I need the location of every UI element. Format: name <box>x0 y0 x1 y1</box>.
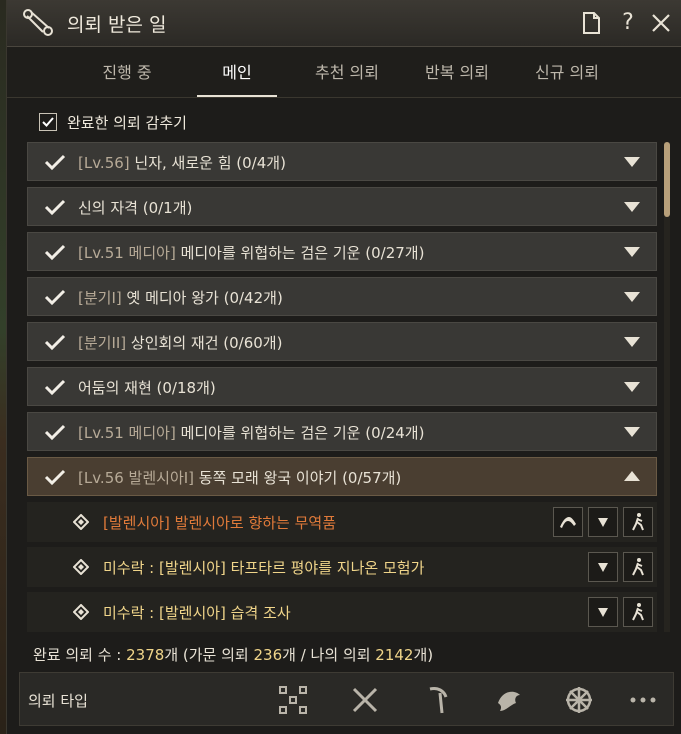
chevron-down-icon[interactable] <box>624 157 640 167</box>
quest-title: [Lv.51 메디아] 메디아를 위협하는 검은 기운 (0/24개) <box>78 424 425 442</box>
check-icon <box>44 334 66 351</box>
check-icon <box>44 424 66 441</box>
window-title: 의뢰 받은 일 <box>67 14 167 36</box>
hide-completed-checkbox[interactable] <box>39 113 57 131</box>
quest-title: [Lv.56] 닌자, 새로운 힘 (0/4개) <box>78 154 286 172</box>
chevron-down-icon[interactable] <box>588 597 618 627</box>
tab-in-progress[interactable]: 진행 중 <box>87 47 167 97</box>
fish-icon[interactable] <box>492 683 526 717</box>
subquest-item[interactable]: 미수락 : [발렌시아] 타프타르 평야를 지나온 모험가 <box>27 547 657 587</box>
chevron-down-icon[interactable] <box>624 382 640 392</box>
hide-completed-label: 완료한 의뢰 감추기 <box>67 113 187 132</box>
quest-type-label: 의뢰 타입 <box>28 692 88 710</box>
quest-item[interactable]: 어둠의 재현 (0/18개) <box>27 367 657 406</box>
quest-title: [Lv.51 메디아] 메디아를 위협하는 검은 기운 (0/27개) <box>78 244 425 262</box>
tab-new[interactable]: 신규 의뢰 <box>517 47 617 97</box>
walk-icon[interactable] <box>623 552 653 582</box>
chevron-down-icon[interactable] <box>624 247 640 257</box>
quest-item[interactable]: [Lv.51 메디아] 메디아를 위협하는 검은 기운 (0/24개) <box>27 412 657 451</box>
quest-item[interactable]: [분기II] 상인회의 재건 (0/60개) <box>27 322 657 361</box>
chevron-down-icon[interactable] <box>624 202 640 212</box>
scroll-icon <box>23 9 53 36</box>
chevron-down-icon[interactable] <box>588 507 618 537</box>
chevron-up-icon[interactable] <box>624 471 640 481</box>
quest-item-expanded[interactable]: [Lv.56 발렌시아I] 동쪽 모래 왕국 이야기 (0/57개) <box>27 457 657 496</box>
quest-list[interactable]: [Lv.56] 닌자, 새로운 힘 (0/4개) 신의 자격 (0/1개) [L… <box>27 142 657 632</box>
active-tab-indicator <box>197 95 277 97</box>
tab-bar: 진행 중 메인 추천 의뢰 반복 의뢰 신규 의뢰 <box>7 47 681 98</box>
check-icon <box>44 154 66 171</box>
tab-repeat[interactable]: 반복 의뢰 <box>407 47 507 97</box>
quest-item[interactable]: [Lv.51 메디아] 메디아를 위협하는 검은 기운 (0/27개) <box>27 232 657 271</box>
tab-main[interactable]: 메인 <box>197 47 277 97</box>
quest-item[interactable]: [Lv.56] 닌자, 새로운 힘 (0/4개) <box>27 142 657 181</box>
crossed-swords-icon[interactable] <box>348 683 382 717</box>
check-icon <box>44 244 66 261</box>
help-icon[interactable]: ? <box>615 10 641 36</box>
chevron-down-icon[interactable] <box>624 337 640 347</box>
horse-icon[interactable] <box>553 507 583 537</box>
quest-title: [분기II] 상인회의 재건 (0/60개) <box>78 334 283 352</box>
check-icon <box>44 199 66 216</box>
quest-item[interactable]: [분기I] 옛 메디아 왕가 (0/42개) <box>27 277 657 316</box>
walk-icon[interactable] <box>623 507 653 537</box>
subquest-title: 미수락 : [발렌시아] 습격 조사 <box>103 604 291 622</box>
chevron-down-icon[interactable] <box>624 427 640 437</box>
subquest-item[interactable]: 미수락 : [발렌시아] 습격 조사 <box>27 592 657 632</box>
chevron-down-icon[interactable] <box>588 552 618 582</box>
quest-title: 어둠의 재현 (0/18개) <box>78 379 216 397</box>
diamond-icon <box>73 604 89 620</box>
check-icon <box>42 117 54 127</box>
grid-icon[interactable] <box>276 683 310 717</box>
scrollbar-thumb[interactable] <box>664 142 670 217</box>
quest-item[interactable]: 신의 자격 (0/1개) <box>27 187 657 226</box>
quest-title: [분기I] 옛 메디아 왕가 (0/42개) <box>78 289 283 307</box>
title-bar[interactable]: 의뢰 받은 일 ? <box>7 0 681 47</box>
walk-icon[interactable] <box>623 597 653 627</box>
diamond-icon <box>73 514 89 530</box>
quest-list-scrollbar[interactable] <box>664 142 670 632</box>
check-icon <box>44 379 66 396</box>
pickaxe-icon[interactable] <box>420 683 454 717</box>
ship-wheel-icon[interactable] <box>562 683 596 717</box>
subquest-title: 미수락 : [발렌시아] 타프타르 평야를 지나온 모험가 <box>103 559 425 577</box>
quest-title: [Lv.56 발렌시아I] 동쪽 모래 왕국 이야기 (0/57개) <box>78 469 402 487</box>
close-icon[interactable] <box>648 10 674 36</box>
check-icon <box>44 469 66 486</box>
more-icon[interactable] <box>626 683 660 717</box>
chevron-down-icon[interactable] <box>624 292 640 302</box>
quest-title: 신의 자격 (0/1개) <box>78 199 193 217</box>
subquest-title: [발렌시아] 발렌시아로 향하는 무역품 <box>103 514 337 532</box>
document-icon[interactable] <box>578 10 604 36</box>
hide-completed-toggle[interactable]: 완료한 의뢰 감추기 <box>39 110 187 134</box>
subquest-item[interactable]: [발렌시아] 발렌시아로 향하는 무역품 <box>27 502 657 542</box>
tab-recommended[interactable]: 추천 의뢰 <box>297 47 397 97</box>
quest-window: 의뢰 받은 일 ? 진행 중 메인 추천 의뢰 반복 의뢰 신규 의뢰 완료한 … <box>6 0 681 734</box>
check-icon <box>44 289 66 306</box>
quest-type-bar: 의뢰 타입 <box>19 672 674 726</box>
diamond-icon <box>73 559 89 575</box>
completed-stats: 완료 의뢰 수 : 2378개 (가문 의뢰 236개 / 나의 의뢰 2142… <box>33 646 434 664</box>
